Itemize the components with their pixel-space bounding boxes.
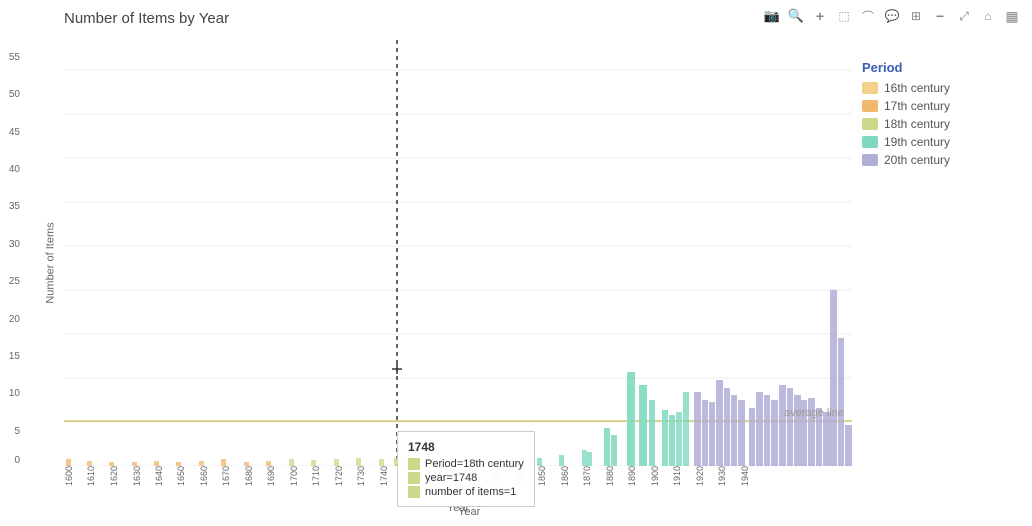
annotate-icon[interactable]: 💬 bbox=[882, 6, 902, 26]
y-tick-5: 5 bbox=[0, 426, 20, 437]
x-tick-1910: 1910 bbox=[672, 466, 682, 486]
grid-icon[interactable]: ⊞ bbox=[906, 6, 926, 26]
legend-item-20th: 20th century bbox=[862, 153, 1022, 167]
chart-svg[interactable] bbox=[64, 40, 852, 466]
x-tick-1600: 1600 bbox=[64, 466, 74, 486]
legend-title: Period bbox=[862, 60, 1022, 75]
y-axis-label: Number of Items bbox=[45, 222, 57, 303]
x-tick-1640: 1640 bbox=[154, 466, 164, 486]
y-tick-50: 50 bbox=[0, 89, 20, 100]
x-tick-1740: 1740 bbox=[379, 466, 389, 486]
x-tick-1620: 1620 bbox=[109, 466, 119, 486]
legend-item-17th: 17th century bbox=[862, 99, 1022, 113]
legend-item-19th: 19th century bbox=[862, 135, 1022, 149]
y-tick-20: 20 bbox=[0, 314, 20, 325]
legend-swatch-19th bbox=[862, 136, 878, 148]
expand-icon[interactable]: ⤢ bbox=[954, 6, 974, 26]
y-tick-0: 0 bbox=[0, 455, 20, 466]
legend-label-19th: 19th century bbox=[884, 135, 950, 149]
select-icon[interactable]: ⬚ bbox=[834, 6, 854, 26]
legend-item-16th: 16th century bbox=[862, 81, 1022, 95]
x-tick-1650: 1650 bbox=[176, 466, 186, 486]
legend: Period 16th century 17th century 18th ce… bbox=[862, 60, 1022, 171]
x-tick-1730: 1730 bbox=[356, 466, 366, 486]
x-tick-1610: 1610 bbox=[86, 466, 96, 486]
legend-label-18th: 18th century bbox=[884, 117, 950, 131]
legend-label-20th: 20th century bbox=[884, 153, 950, 167]
x-tick-1700: 1700 bbox=[289, 466, 299, 486]
x-tick-1890: 1890 bbox=[627, 466, 637, 486]
x-tick-1710: 1710 bbox=[311, 466, 321, 486]
toolbar: 📷 🔍 + ⬚ ⌒ 💬 ⊞ − ⤢ ⌂ ▦ bbox=[762, 6, 1022, 26]
lasso-icon[interactable]: ⌒ bbox=[858, 6, 878, 26]
chart-container: Number of Items by Year 📷 🔍 + ⬚ ⌒ 💬 ⊞ − … bbox=[0, 0, 1032, 526]
x-tick-1940: 1940 bbox=[740, 466, 750, 486]
y-tick-55: 55 bbox=[0, 52, 20, 63]
y-tick-35: 35 bbox=[0, 201, 20, 212]
legend-swatch-20th bbox=[862, 154, 878, 166]
bar-chart-icon[interactable]: ▦ bbox=[1002, 6, 1022, 26]
x-tick-1930: 1930 bbox=[717, 466, 727, 486]
legend-swatch-16th bbox=[862, 82, 878, 94]
x-tick-1690: 1690 bbox=[266, 466, 276, 486]
x-tick-1670: 1670 bbox=[221, 466, 231, 486]
y-tick-40: 40 bbox=[0, 164, 20, 175]
x-tick-1860: 1860 bbox=[560, 466, 570, 486]
x-tick-1850: 1850 bbox=[537, 466, 547, 486]
x-axis-label-text: Year bbox=[458, 506, 480, 518]
x-tick-1880: 1880 bbox=[605, 466, 615, 486]
y-tick-45: 45 bbox=[0, 127, 20, 138]
y-tick-30: 30 bbox=[0, 239, 20, 250]
minus-icon[interactable]: − bbox=[930, 6, 950, 26]
legend-item-18th: 18th century bbox=[862, 117, 1022, 131]
plus-icon[interactable]: + bbox=[810, 6, 830, 26]
chart-title: Number of Items by Year bbox=[64, 10, 229, 27]
average-line-label: average line bbox=[784, 407, 844, 419]
y-tick-25: 25 bbox=[0, 276, 20, 287]
x-tick-1900: 1900 bbox=[650, 466, 660, 486]
legend-label-16th: 16th century bbox=[884, 81, 950, 95]
x-tick-1840: 1840 bbox=[515, 466, 525, 486]
x-tick-1660: 1660 bbox=[199, 466, 209, 486]
home-icon[interactable]: ⌂ bbox=[978, 6, 998, 26]
y-tick-10: 10 bbox=[0, 388, 20, 399]
x-tick-1870: 1870 bbox=[582, 466, 592, 486]
x-tick-1720: 1720 bbox=[334, 466, 344, 486]
legend-swatch-17th bbox=[862, 100, 878, 112]
x-tick-1920: 1920 bbox=[695, 466, 705, 486]
camera-icon[interactable]: 📷 bbox=[762, 6, 782, 26]
x-tick-1630: 1630 bbox=[132, 466, 142, 486]
legend-label-17th: 17th century bbox=[884, 99, 950, 113]
x-tick-1830: 1830 bbox=[492, 466, 502, 486]
legend-swatch-18th bbox=[862, 118, 878, 130]
y-tick-15: 15 bbox=[0, 351, 20, 362]
x-tick-1680: 1680 bbox=[244, 466, 254, 486]
zoom-icon[interactable]: 🔍 bbox=[786, 6, 806, 26]
